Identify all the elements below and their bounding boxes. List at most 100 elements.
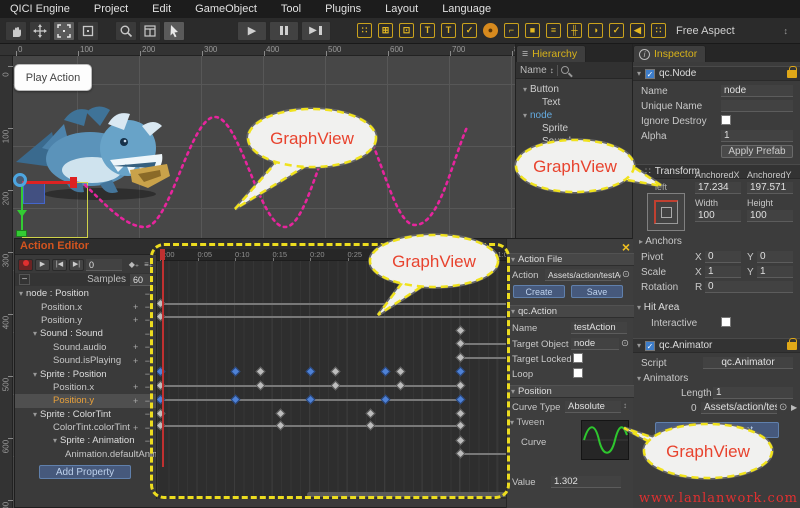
scale-y-field[interactable]: 1 xyxy=(757,266,793,278)
foldout-icon[interactable]: ▾ xyxy=(637,69,641,78)
anchoredx-field[interactable]: 17.234 xyxy=(695,182,741,194)
qc-node-enabled-checkbox[interactable]: ✓ xyxy=(645,69,655,79)
anchors-foldout[interactable]: ▸ Anchors xyxy=(639,236,682,247)
keyframe-gray[interactable] xyxy=(456,436,466,446)
foldout-icon[interactable]: ▾ xyxy=(33,329,37,338)
keyframe-controls[interactable]: + − xyxy=(133,302,152,312)
next-key-button[interactable]: ▶| xyxy=(69,259,84,271)
scale-x-field[interactable]: 1 xyxy=(705,266,741,278)
keyframe-gray[interactable] xyxy=(256,367,266,377)
keyframe-blue[interactable] xyxy=(381,395,391,405)
animated-property-sound.isplaying[interactable]: Sound.isPlaying+ − xyxy=(15,354,156,367)
remove-property-button[interactable]: − xyxy=(145,409,152,419)
add-keyframe-button[interactable]: ◆₊ xyxy=(129,260,139,269)
qc-animator-header[interactable]: ▾ ✓ qc.Animator xyxy=(633,338,800,353)
keyframe-gray[interactable] xyxy=(276,409,286,419)
pause-button[interactable] xyxy=(269,21,299,41)
animated-property-position.x[interactable]: Position.x+ − xyxy=(15,381,156,394)
play-action-button[interactable]: Play Action xyxy=(14,64,92,91)
pivot-x-field[interactable]: 0 xyxy=(705,251,741,263)
menu-item-project[interactable]: Project xyxy=(94,3,128,15)
lock-icon[interactable] xyxy=(787,342,797,350)
keyframe-gray[interactable] xyxy=(456,381,466,391)
hierarchy-item-node[interactable]: ▾node xyxy=(516,109,632,122)
menu-item-tool[interactable]: Tool xyxy=(281,3,301,15)
keyframe-gray[interactable] xyxy=(156,421,165,431)
create-sprite-icon[interactable]: ⊡ xyxy=(399,23,414,38)
position-header[interactable]: ▾Position xyxy=(507,385,634,398)
animated-property-sprite-colortint[interactable]: ▾Sprite : ColorTint− xyxy=(15,408,156,421)
name-filter-dropdown[interactable]: Name xyxy=(520,65,547,76)
add-property-button[interactable]: Add Property xyxy=(39,465,131,479)
add-event-button[interactable]: ≡₊ xyxy=(144,260,153,269)
apply-prefab-button[interactable]: Apply Prefab xyxy=(721,145,793,158)
keyframe-gray[interactable] xyxy=(276,421,286,431)
foldout-icon[interactable]: ▾ xyxy=(520,85,530,94)
hierarchy-item-sprite[interactable]: Sprite xyxy=(516,122,632,135)
keyframe-gray[interactable] xyxy=(456,353,466,363)
foldout-icon[interactable]: ▾ xyxy=(53,436,57,445)
animated-property-position.x[interactable]: Position.x+ − xyxy=(15,300,156,313)
prev-key-button[interactable]: |◀ xyxy=(52,259,67,271)
menu-item-edit[interactable]: Edit xyxy=(152,3,171,15)
rotation-field[interactable]: 0 xyxy=(705,281,793,293)
curve-type-dropdown[interactable]: Absolute xyxy=(565,401,621,413)
target-locked-checkbox[interactable] xyxy=(573,353,583,363)
keyframe-controls[interactable]: + − xyxy=(133,423,152,433)
keyframe-gray[interactable] xyxy=(456,326,466,336)
keyframe-controls[interactable]: + − xyxy=(133,356,152,366)
animated-property-position.y[interactable]: Position.y+ − xyxy=(15,394,156,407)
action-name-field[interactable]: testAction xyxy=(571,322,627,334)
value-field[interactable]: 1.302 xyxy=(551,476,621,488)
rect-tool-button[interactable] xyxy=(77,21,99,41)
animated-property-position.y[interactable]: Position.y+ − xyxy=(15,314,156,327)
create-button[interactable]: Create xyxy=(513,285,565,298)
keyframe-gray[interactable] xyxy=(156,381,165,391)
grid-snap-icon[interactable]: ∷ xyxy=(651,23,666,38)
expand-icon[interactable]: ▶ xyxy=(791,403,797,412)
keyframe-gray[interactable] xyxy=(456,449,466,459)
play-button[interactable]: ▶ xyxy=(237,21,267,41)
anchoredy-field[interactable]: 197.571 xyxy=(747,182,793,194)
alpha-field[interactable]: 1 xyxy=(721,130,793,142)
keyframe-gray[interactable] xyxy=(156,299,165,309)
save-button[interactable]: Save xyxy=(571,285,623,298)
keyframe-controls[interactable]: + − xyxy=(133,342,152,352)
name-field[interactable]: node xyxy=(721,85,793,97)
menu-item-gameobject[interactable]: GameObject xyxy=(195,3,257,15)
unique-name-field[interactable] xyxy=(721,100,793,112)
lock-icon[interactable] xyxy=(787,70,797,78)
keyframe-controls[interactable]: + − xyxy=(133,396,152,406)
action-file-header[interactable]: ▾Action File xyxy=(507,253,634,266)
asset-field[interactable]: Assets/action/tes xyxy=(701,402,777,414)
frame-field[interactable]: 0 xyxy=(86,259,122,271)
keyframe-gray[interactable] xyxy=(456,409,466,419)
create-sliders-icon[interactable]: ╫ xyxy=(567,23,582,38)
create-toggle-icon[interactable]: ✓ xyxy=(462,23,477,38)
tab-hierarchy[interactable]: ≡ Hierarchy xyxy=(516,45,586,62)
object-picker-icon[interactable]: ⊙ xyxy=(621,338,629,349)
animated-property-sound-sound[interactable]: ▾Sound : Sound− xyxy=(15,327,156,340)
tween-foldout[interactable]: ▾ Tween xyxy=(510,417,544,428)
scale-tool-button[interactable] xyxy=(53,21,75,41)
keyframe-blue[interactable] xyxy=(306,395,316,405)
animated-property-node-position[interactable]: ▾node : Position− xyxy=(15,287,156,300)
keyframe-gray[interactable] xyxy=(396,367,406,377)
action-file-field[interactable]: Assets/action/testActi xyxy=(545,269,621,281)
keyframe-gray[interactable] xyxy=(331,381,341,391)
keyframe-blue[interactable] xyxy=(456,367,466,377)
qc-action-header[interactable]: ▾qc.Action xyxy=(507,305,634,318)
target-object-field[interactable]: node xyxy=(571,338,619,350)
animated-property-sprite-position[interactable]: ▾Sprite : Position− xyxy=(15,367,156,380)
keyframe-blue[interactable] xyxy=(231,367,241,377)
samples-field[interactable]: 60 xyxy=(130,274,152,286)
create-text-icon[interactable]: T xyxy=(420,23,435,38)
keyframe-gray[interactable] xyxy=(366,421,376,431)
menu-item-language[interactable]: Language xyxy=(442,3,491,15)
animated-property-sound.audio[interactable]: Sound.audio+ − xyxy=(15,341,156,354)
animated-property-sprite-animation[interactable]: ▾Sprite : Animation− xyxy=(15,434,156,447)
create-sound-icon[interactable]: ● xyxy=(483,23,498,38)
close-icon[interactable]: × xyxy=(622,239,630,255)
animators-foldout[interactable]: ▾ Animators xyxy=(637,373,688,384)
select-tool-button[interactable] xyxy=(163,21,185,41)
